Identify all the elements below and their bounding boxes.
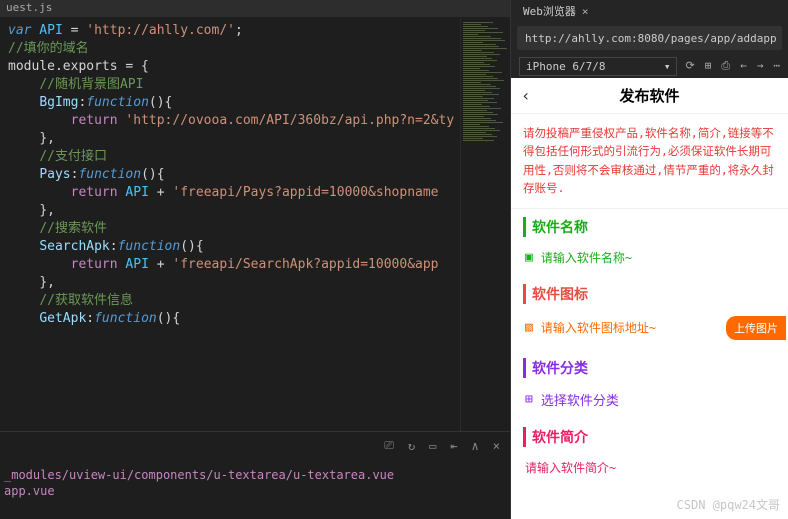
- str: 'http://ovooa.com/API/360bz/api.php?n=2&…: [118, 113, 455, 128]
- screenshot-icon[interactable]: ⎙: [721, 59, 730, 73]
- section-icon: 软件图标 ▧ 请输入软件图标地址~ 上传图片: [511, 276, 788, 350]
- device-toolbar: iPhone 6/7/8 ▾ ⟳ ⊞ ⎙ ← → ⋯: [511, 54, 788, 78]
- close-icon[interactable]: ×: [582, 5, 589, 18]
- desc-input[interactable]: 请输入软件简介~: [523, 455, 776, 480]
- image-icon: ▧: [525, 320, 533, 335]
- icon-input[interactable]: ▧ 请输入软件图标地址~ 上传图片: [523, 312, 776, 344]
- punct: (){: [157, 311, 180, 326]
- placeholder: 请输入软件名称~: [541, 249, 632, 266]
- punct: (){: [149, 95, 172, 110]
- name-input[interactable]: ▣ 请输入软件名称~: [523, 245, 776, 270]
- str: 'freeapi/Pays?appid=10000&shopname: [172, 185, 438, 200]
- comment: //搜索软件: [39, 221, 107, 236]
- kw: return: [71, 185, 118, 200]
- more-icon[interactable]: ⋯: [773, 59, 780, 73]
- browser-tab-label: Web浏览器: [523, 3, 576, 19]
- punct: = {: [125, 59, 148, 74]
- var: API: [118, 257, 157, 272]
- browser-tabbar: Web浏览器 ×: [511, 0, 788, 22]
- browser-tab[interactable]: Web浏览器 ×: [517, 1, 595, 21]
- kw: return: [71, 113, 118, 128]
- category-select[interactable]: ⊞ 选择软件分类: [523, 386, 776, 413]
- collapse-icon[interactable]: ⇤: [450, 439, 457, 453]
- back-button[interactable]: ‹: [521, 86, 531, 105]
- prop: GetApk: [39, 311, 86, 326]
- editor-tab[interactable]: uest.js: [0, 0, 510, 18]
- section-title: 软件名称: [523, 217, 776, 237]
- punct: +: [157, 257, 173, 272]
- kw: function: [94, 311, 157, 326]
- rotate-icon[interactable]: ⟳: [685, 59, 694, 73]
- chevron-down-icon: ▾: [664, 60, 671, 73]
- punct: (){: [141, 167, 164, 182]
- str: 'http://ahlly.com/': [86, 23, 235, 38]
- grid-icon: ⊞: [525, 392, 533, 407]
- prop: Pays: [39, 167, 70, 182]
- back-icon[interactable]: ←: [740, 59, 747, 73]
- section-title: 软件简介: [523, 427, 776, 447]
- forward-icon[interactable]: →: [757, 59, 764, 73]
- placeholder: 请输入软件图标地址~: [541, 319, 718, 336]
- terminal-line: _modules/uview-ui/components/u-textarea/…: [4, 467, 506, 483]
- punct: },: [39, 275, 55, 290]
- page-title: 发布软件: [619, 85, 679, 106]
- kw: return: [71, 257, 118, 272]
- close-icon[interactable]: ×: [493, 439, 500, 453]
- browser-panel: Web浏览器 × http://ahlly.com:8080/pages/app…: [510, 0, 788, 519]
- punct: :: [110, 239, 118, 254]
- comment: //支付接口: [39, 149, 107, 164]
- punct: ;: [235, 23, 243, 38]
- section-title: 软件分类: [523, 358, 776, 378]
- url-input[interactable]: http://ahlly.com:8080/pages/app/addapp: [517, 26, 782, 50]
- prop: BgImg: [39, 95, 78, 110]
- restart-icon[interactable]: ↻: [408, 439, 415, 453]
- watermark: CSDN @pqw24文哥: [677, 496, 780, 513]
- panel-icon[interactable]: ▭: [429, 439, 436, 453]
- editor-panel: uest.js var API = 'http://ahlly.com/'; /…: [0, 0, 510, 519]
- terminal-output[interactable]: _modules/uview-ui/components/u-textarea/…: [0, 459, 510, 519]
- placeholder: 请输入软件简介~: [525, 459, 616, 476]
- txt: module.exports: [8, 59, 125, 74]
- ruler-icon[interactable]: ⊞: [705, 59, 712, 73]
- warning-banner: 请勿投稿严重侵权产品,软件名称,简介,链接等不得包括任何形式的引流行为,必须保证…: [511, 114, 788, 209]
- editor-area[interactable]: var API = 'http://ahlly.com/'; //填你的域名 m…: [0, 18, 510, 431]
- minimap[interactable]: [460, 18, 510, 431]
- punct: =: [71, 23, 87, 38]
- punct: :: [86, 311, 94, 326]
- terminal-toolbar: ⎚ ↻ ▭ ⇤ ∧ ×: [0, 431, 510, 459]
- comment: //随机背景图API: [39, 77, 143, 92]
- comment: //填你的域名: [8, 41, 89, 56]
- mobile-preview: ‹ 发布软件 请勿投稿严重侵权产品,软件名称,简介,链接等不得包括任何形式的引流…: [511, 78, 788, 519]
- device-label: iPhone 6/7/8: [526, 60, 605, 73]
- kw: function: [118, 239, 181, 254]
- punct: (){: [180, 239, 203, 254]
- var: API: [118, 185, 157, 200]
- str: 'freeapi/SearchApk?appid=10000&app: [172, 257, 438, 272]
- kw: function: [86, 95, 149, 110]
- section-desc: 软件简介 请输入软件简介~: [511, 419, 788, 486]
- kw: var: [8, 23, 31, 38]
- comment: //获取软件信息: [39, 293, 133, 308]
- section-category: 软件分类 ⊞ 选择软件分类: [511, 350, 788, 419]
- punct: +: [157, 185, 173, 200]
- punct: },: [39, 203, 55, 218]
- tool-icon[interactable]: ⎚: [384, 438, 394, 453]
- mobile-header: ‹ 发布软件: [511, 78, 788, 114]
- kw: function: [78, 167, 141, 182]
- prop: SearchApk: [39, 239, 109, 254]
- device-select[interactable]: iPhone 6/7/8 ▾: [519, 57, 677, 76]
- android-icon: ▣: [525, 250, 533, 265]
- upload-button[interactable]: 上传图片: [726, 316, 786, 340]
- chevron-up-icon[interactable]: ∧: [472, 439, 479, 453]
- section-name: 软件名称 ▣ 请输入软件名称~: [511, 209, 788, 276]
- section-title: 软件图标: [523, 284, 776, 304]
- placeholder: 选择软件分类: [541, 390, 619, 409]
- var: API: [31, 23, 70, 38]
- code-content[interactable]: var API = 'http://ahlly.com/'; //填你的域名 m…: [0, 18, 460, 431]
- punct: },: [39, 131, 55, 146]
- terminal-line: app.vue: [4, 483, 506, 499]
